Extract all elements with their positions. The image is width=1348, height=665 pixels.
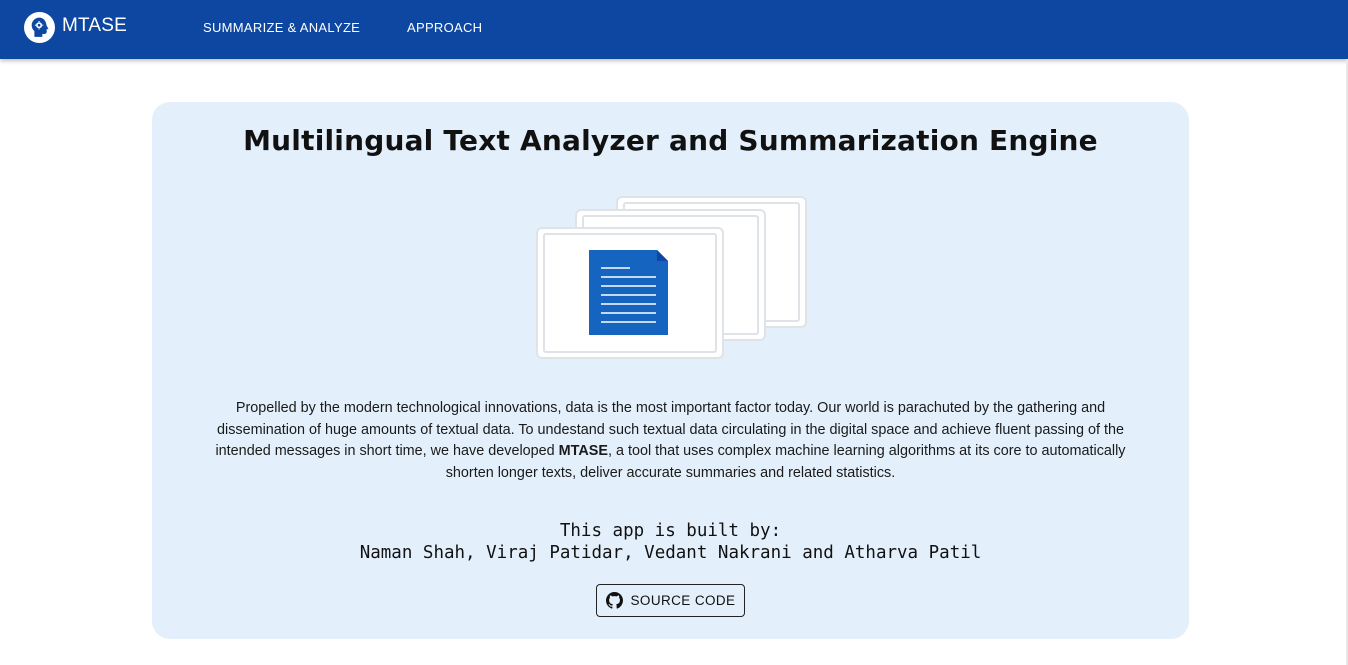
- app-bar: MTASE SUMMARIZE & ANALYZE APPROACH: [0, 0, 1348, 59]
- nav-summarize-analyze[interactable]: SUMMARIZE & ANALYZE: [203, 20, 360, 35]
- stacked-documents-icon: [536, 196, 808, 360]
- credits: This app is built by: Naman Shah, Viraj …: [152, 521, 1189, 564]
- head-gear-icon: [24, 12, 55, 43]
- brand-title[interactable]: MTASE: [62, 15, 127, 37]
- logo[interactable]: [24, 12, 55, 43]
- nav-approach[interactable]: APPROACH: [407, 20, 482, 35]
- description: Propelled by the modern technological in…: [202, 398, 1139, 484]
- authors-list: Naman Shah, Viraj Patidar, Vedant Nakran…: [359, 542, 982, 563]
- description-brand: MTASE: [558, 443, 608, 459]
- github-icon: [605, 592, 623, 609]
- page-title: Multilingual Text Analyzer and Summariza…: [243, 124, 1098, 157]
- source-code-button[interactable]: SOURCE CODE: [596, 584, 745, 617]
- intro-card: Multilingual Text Analyzer and Summariza…: [152, 102, 1189, 639]
- source-code-label: SOURCE CODE: [630, 593, 736, 608]
- built-by-label: This app is built by:: [559, 521, 782, 541]
